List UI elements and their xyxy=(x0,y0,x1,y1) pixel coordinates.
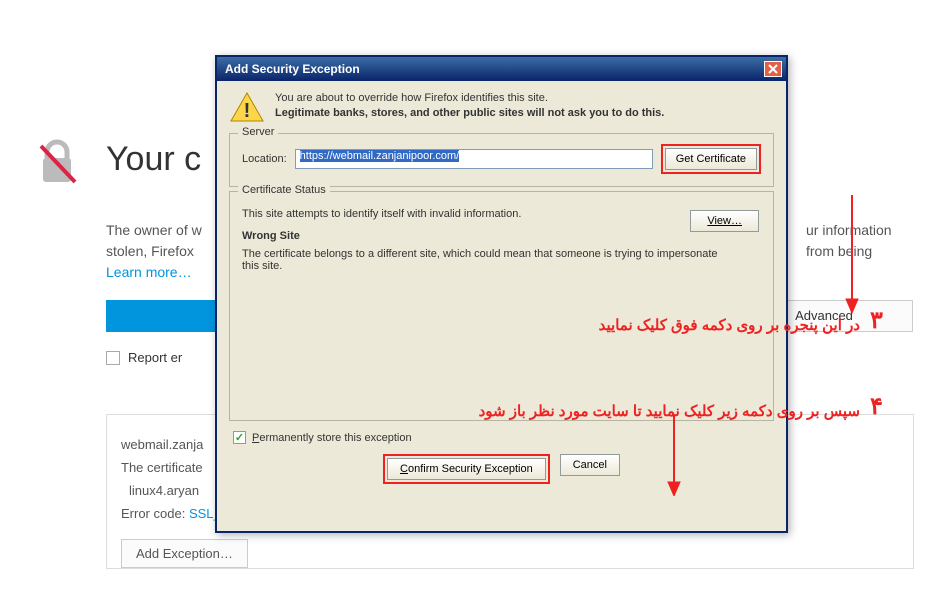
confirm-highlight: Confirm Security Exception xyxy=(383,454,550,484)
cert-status-fieldset: Certificate Status View… This site attem… xyxy=(229,191,774,421)
view-button[interactable]: View… xyxy=(690,210,759,232)
broken-lock-icon xyxy=(35,138,80,188)
close-button[interactable] xyxy=(764,61,782,77)
svg-text:!: ! xyxy=(244,100,251,122)
permanent-label: Permanently store this exception xyxy=(252,432,412,444)
server-legend: Server xyxy=(238,126,278,138)
page-title: Your c xyxy=(106,140,201,179)
warning-line-bold: Legitimate banks, stores, and other publ… xyxy=(275,107,664,119)
confirm-security-exception-button[interactable]: Confirm Security Exception xyxy=(387,458,546,480)
security-exception-dialog: Add Security Exception ! You are about t… xyxy=(215,55,788,533)
close-icon xyxy=(768,64,778,74)
annotation-number-3: ۳ xyxy=(870,306,883,335)
status-text: This site attempts to identify itself wi… xyxy=(242,208,761,220)
annotation-text-4: سپس بر روی دکمه زیر کلیک نمایید تا سایت … xyxy=(460,402,860,420)
text-fragment: The owner of w xyxy=(106,222,202,238)
cancel-button[interactable]: Cancel xyxy=(560,454,620,476)
location-label: Location: xyxy=(242,153,287,165)
report-checkbox[interactable] xyxy=(106,351,120,365)
warning-icon: ! xyxy=(229,91,265,123)
location-input[interactable]: https://webmail.zanjanipoor.com/ xyxy=(295,149,653,169)
annotation-text-3: در این پنجره بر روی دکمه فوق کلیک نمایید xyxy=(545,316,860,334)
dialog-title: Add Security Exception xyxy=(225,62,360,76)
error-code-label: Error code: xyxy=(121,506,185,521)
dialog-titlebar[interactable]: Add Security Exception xyxy=(217,57,786,81)
location-value: https://webmail.zanjanipoor.com/ xyxy=(300,150,460,162)
warning-text: You are about to override how Firefox id… xyxy=(275,91,664,123)
wrong-site-text: The certificate belongs to a different s… xyxy=(242,248,722,272)
annotation-arrow-3 xyxy=(842,195,862,315)
text-fragment: stolen, Firefox xyxy=(106,243,194,259)
wrong-site-heading: Wrong Site xyxy=(242,230,761,242)
add-exception-button[interactable]: Add Exception… xyxy=(121,539,248,568)
permanent-checkbox[interactable]: ✓ xyxy=(233,431,246,444)
learn-more-link[interactable]: Learn more… xyxy=(106,264,192,280)
permanent-store-row: ✓ Permanently store this exception xyxy=(217,425,786,450)
get-certificate-button[interactable]: Get Certificate xyxy=(665,148,757,170)
annotation-number-4: ۴ xyxy=(870,392,883,421)
warning-line: You are about to override how Firefox id… xyxy=(275,91,664,106)
status-legend: Certificate Status xyxy=(238,184,330,196)
get-cert-highlight: Get Certificate xyxy=(661,144,761,174)
dialog-button-row: Confirm Security Exception Cancel xyxy=(217,450,786,490)
server-fieldset: Server Location: https://webmail.zanjani… xyxy=(229,133,774,187)
report-label: Report er xyxy=(128,350,182,365)
annotation-arrow-4 xyxy=(664,416,684,496)
